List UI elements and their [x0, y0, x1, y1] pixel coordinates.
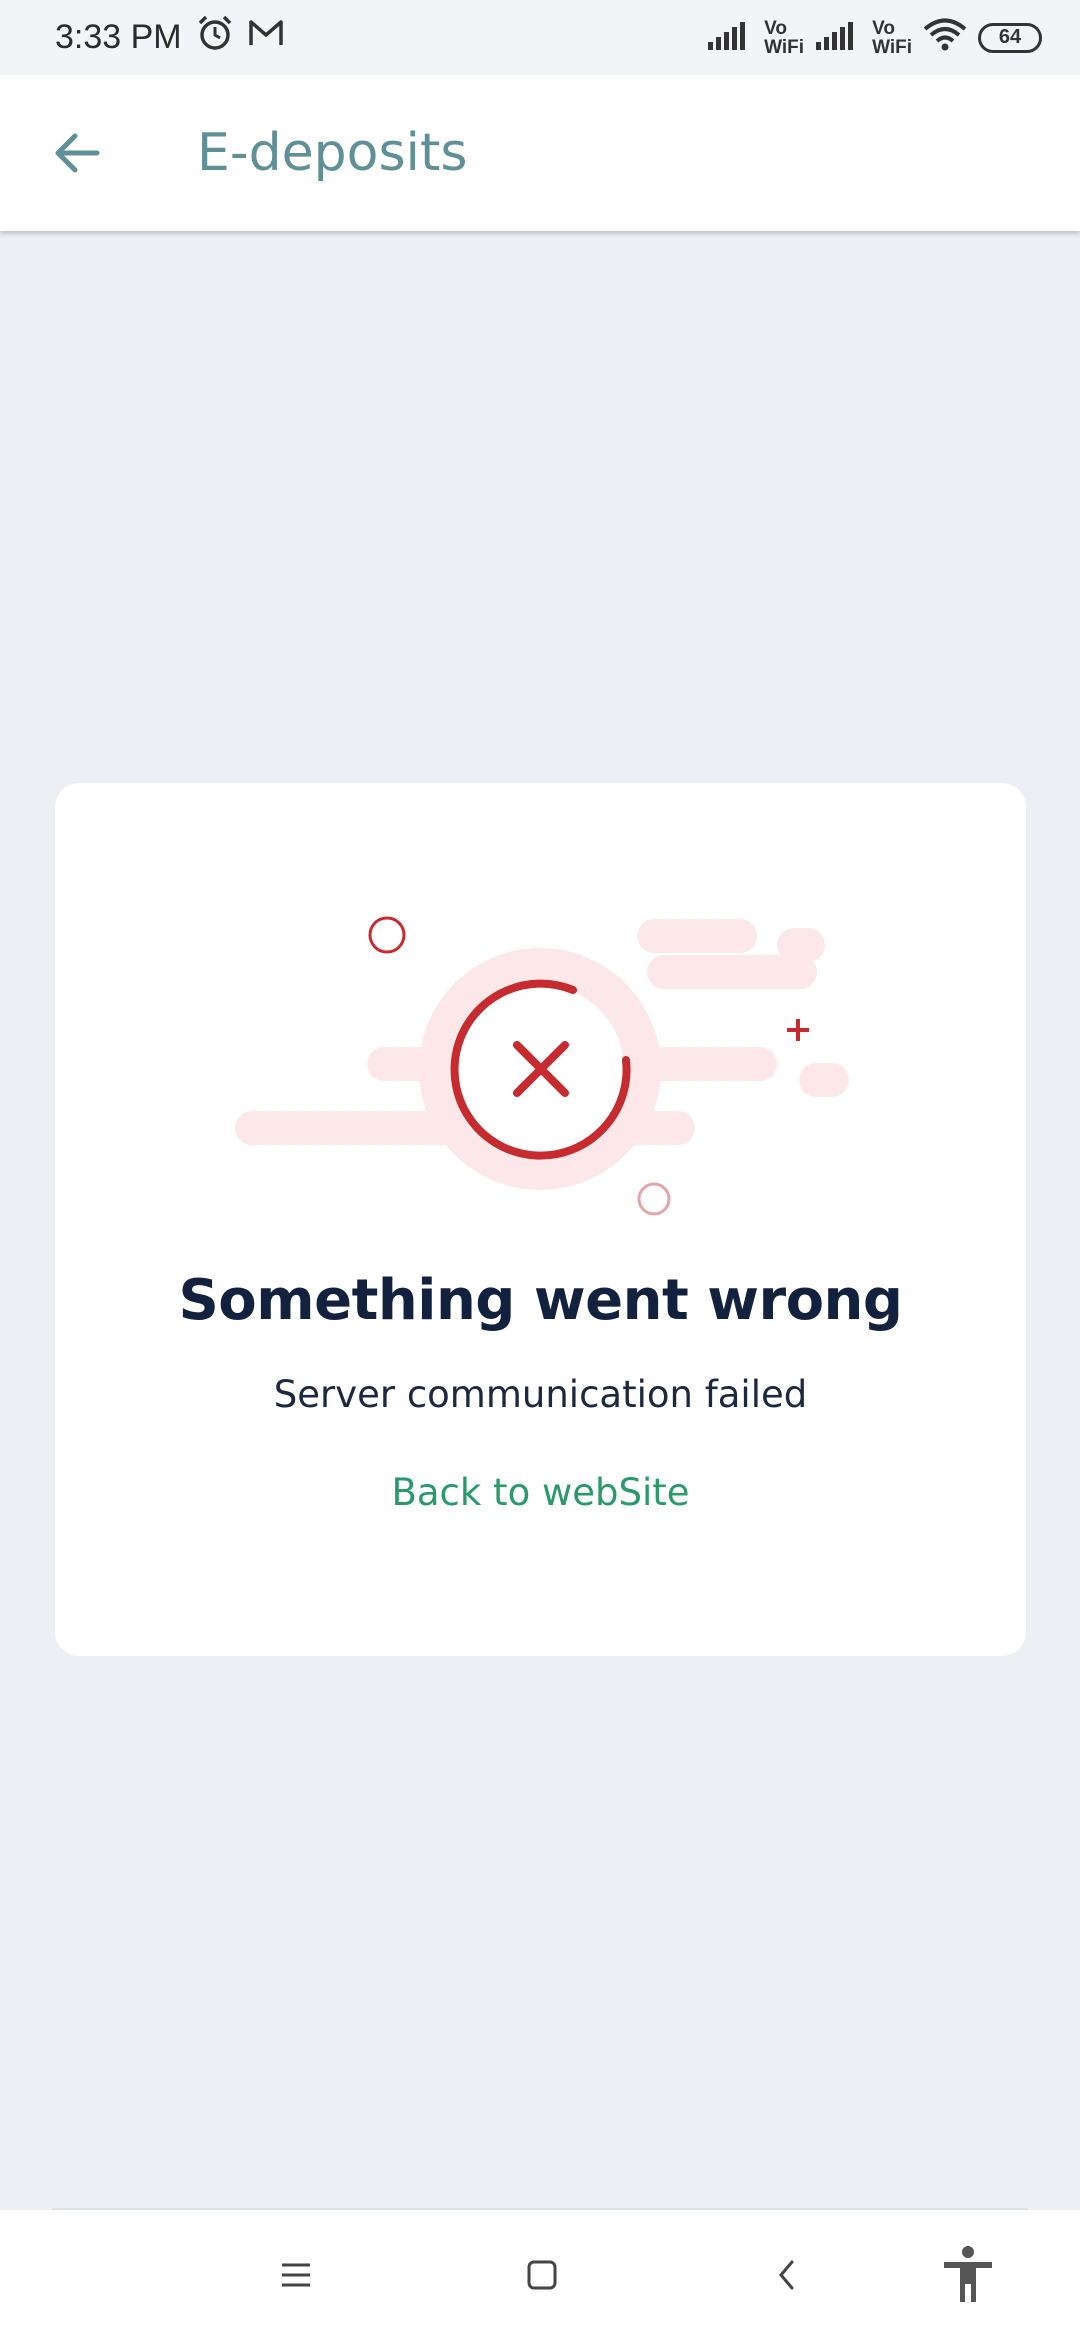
- gmail-icon: [248, 18, 284, 57]
- status-time: 3:33 PM: [55, 18, 182, 56]
- vowifi-top: Vo: [764, 17, 787, 39]
- small-circle-icon: [637, 1182, 671, 1216]
- menu-icon: [282, 2263, 310, 2287]
- signal-icon: [706, 18, 754, 57]
- vowifi-bottom: WiFi: [872, 36, 912, 58]
- plus-icon: [787, 1019, 809, 1041]
- home-square-icon: [527, 2260, 557, 2290]
- vowifi-icon: Vo WiFi: [764, 19, 804, 57]
- home-button[interactable]: [507, 2240, 577, 2310]
- vowifi-bottom: WiFi: [764, 36, 805, 58]
- error-card: Something went wrong Server communicatio…: [55, 783, 1026, 1656]
- accessibility-icon: [944, 2246, 992, 2302]
- app-bar: E-deposits: [0, 75, 1080, 231]
- status-bar: 3:33 PM Vo WiFi Vo WiFi 64: [0, 0, 1080, 75]
- accessibility-button[interactable]: [933, 2240, 1003, 2310]
- back-chevron-icon: [779, 2260, 794, 2290]
- error-message: Server communication failed: [273, 1373, 808, 1416]
- error-title: Something went wrong: [178, 1268, 903, 1333]
- battery-icon: 64: [978, 22, 1042, 53]
- wifi-icon: [922, 18, 968, 57]
- alarm-icon: [196, 14, 234, 61]
- back-to-website-link[interactable]: Back to webSite: [55, 1471, 1026, 1514]
- vowifi-top: Vo: [872, 17, 895, 39]
- menu-button[interactable]: [261, 2240, 331, 2310]
- signal-icon: [814, 18, 862, 57]
- back-button[interactable]: [42, 118, 112, 188]
- back-nav-button[interactable]: [752, 2240, 822, 2310]
- small-circle-icon: [368, 916, 406, 954]
- navigation-bar: [0, 2210, 1080, 2340]
- battery-level: 64: [998, 26, 1022, 48]
- page-title: E-deposits: [197, 123, 468, 183]
- error-illustration: [235, 916, 849, 1216]
- arrow-left-icon: [55, 133, 100, 173]
- screen: 3:33 PM Vo WiFi Vo WiFi 64 E-deposits So…: [0, 0, 1080, 2340]
- vowifi-icon: Vo WiFi: [872, 19, 912, 57]
